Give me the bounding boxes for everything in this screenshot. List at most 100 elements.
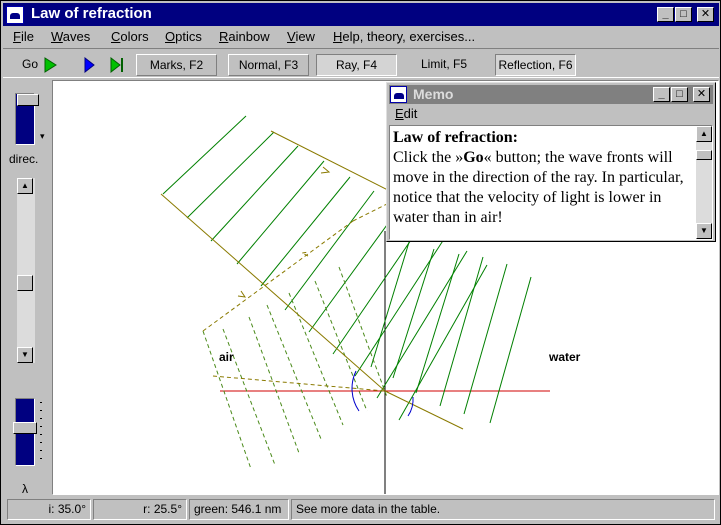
- memo-text[interactable]: Law of refraction: Click the »Go« button…: [389, 125, 713, 240]
- direction-tick-icon: ▾: [40, 131, 45, 141]
- refracted-ray: [384, 390, 464, 430]
- arrow-down-icon: ▼: [700, 226, 708, 235]
- menu-file[interactable]: File: [13, 29, 34, 44]
- step-button[interactable]: [83, 57, 95, 73]
- ray-arrow-icon: [320, 166, 331, 174]
- step-end-button[interactable]: [109, 57, 125, 73]
- menu-bar: File Waves Colors Optics Rainbow View He…: [3, 27, 719, 47]
- memo-text-before: Click the »: [393, 149, 464, 166]
- title-bar[interactable]: Law of refraction _ □ ✕: [3, 3, 719, 26]
- refracted-wavefront: [439, 256, 484, 407]
- memo-title: Memo: [413, 86, 454, 102]
- menu-optics-label: ptics: [175, 29, 202, 44]
- close-button[interactable]: ✕: [697, 7, 714, 22]
- memo-edit-accel: E: [395, 106, 404, 121]
- reflected-wavefront: [248, 316, 300, 454]
- limit-button[interactable]: Limit, F5: [421, 57, 467, 71]
- maximize-icon: □: [680, 8, 687, 20]
- memo-title-bar[interactable]: Memo _ □ ✕: [389, 85, 713, 104]
- left-panel: ▾ direc. ▲ ▼ λ: [3, 80, 51, 496]
- menu-waves-label: aves: [62, 29, 91, 44]
- memo-menu-edit[interactable]: Edit: [395, 106, 417, 121]
- menu-help-accel: H: [333, 29, 343, 44]
- minimize-button[interactable]: _: [657, 7, 674, 22]
- go-label: Go: [22, 57, 39, 71]
- arrow-up-icon: ▲: [21, 181, 29, 190]
- maximize-button[interactable]: □: [675, 7, 692, 22]
- menu-optics[interactable]: Optics: [165, 29, 202, 44]
- scroll-down-button[interactable]: ▼: [17, 347, 33, 363]
- incident-wavefront: [186, 131, 275, 219]
- minimize-icon: _: [662, 8, 669, 20]
- menu-colors-label: olors: [120, 29, 149, 44]
- memo-maximize-button[interactable]: □: [671, 87, 688, 102]
- menu-view[interactable]: View: [287, 29, 315, 44]
- ray-button[interactable]: Ray, F4: [316, 54, 397, 76]
- menu-colors-accel: C: [111, 29, 121, 44]
- play-icon: [44, 57, 57, 73]
- window-title: Law of refraction: [31, 5, 152, 22]
- step-icon: [84, 57, 95, 73]
- menu-help[interactable]: Help, theory, exercises...: [333, 29, 475, 44]
- ray-arrow-icon: [237, 290, 247, 298]
- app-icon[interactable]: [6, 6, 24, 24]
- menu-rainbow-accel: R: [219, 29, 229, 44]
- memo-close-button[interactable]: ✕: [693, 87, 710, 102]
- reflected-wavefront: [338, 266, 388, 398]
- menu-file-accel: F: [13, 29, 21, 44]
- wavelength-ticks: [40, 402, 42, 459]
- memo-minimize-button[interactable]: _: [653, 87, 670, 102]
- memo-text-go: Go: [463, 149, 484, 166]
- reflected-wavefront: [266, 304, 322, 440]
- memo-heading: Law of refraction:: [393, 129, 518, 146]
- refracted-wavefront: [489, 276, 532, 424]
- direction-slider-thumb[interactable]: [17, 94, 39, 106]
- menu-waves[interactable]: Waves: [51, 29, 90, 44]
- memo-edit-label: dit: [403, 106, 418, 121]
- step-end-bar: [121, 58, 123, 72]
- go-button[interactable]: [43, 57, 57, 73]
- memo-scroll-down-button[interactable]: ▼: [696, 223, 712, 239]
- refracted-wavefront: [392, 248, 435, 379]
- incident-wavefront: [162, 115, 247, 195]
- marks-button[interactable]: Marks, F2: [136, 54, 217, 76]
- menu-help-label: elp, theory, exercises...: [342, 29, 476, 44]
- status-bar: i: 35.0° r: 25.5° green: 546.1 nm See mo…: [3, 497, 719, 523]
- memo-scroll-up-button[interactable]: ▲: [696, 126, 712, 142]
- menu-waves-accel: W: [51, 29, 63, 44]
- reflection-button[interactable]: Reflection, F6: [495, 54, 576, 76]
- menu-file-label: ile: [20, 29, 34, 44]
- water-label: water: [549, 350, 581, 364]
- menu-rainbow-label: ainbow: [228, 29, 270, 44]
- toolbar: Go Marks, F2 Normal, F3 Ray, F4 Limit, F…: [3, 48, 719, 78]
- scroll-up-button[interactable]: ▲: [17, 178, 33, 194]
- menu-colors[interactable]: Colors: [111, 29, 149, 44]
- incident-wavefront: [236, 160, 325, 265]
- status-hint: See more data in the table.: [291, 499, 715, 520]
- menu-view-label: iew: [295, 29, 315, 44]
- step-end-icon: [110, 57, 121, 73]
- incident-wavefront: [210, 145, 299, 242]
- reflected-ray-upper: [202, 220, 354, 332]
- menu-rainbow[interactable]: Rainbow: [219, 29, 270, 44]
- memo-window[interactable]: Memo _ □ ✕ Edit Law of refraction: Click…: [386, 82, 716, 242]
- arrow-up-icon: ▲: [700, 129, 708, 138]
- menu-optics-accel: O: [165, 29, 176, 44]
- memo-scroll-thumb[interactable]: [696, 150, 712, 160]
- close-icon: ✕: [696, 88, 707, 100]
- wavelength-slider-thumb[interactable]: [13, 422, 37, 434]
- status-wavelength: green: 546.1 nm: [189, 499, 289, 520]
- reflected-wavefront: [288, 292, 344, 426]
- minimize-icon: _: [658, 88, 665, 100]
- arrow-down-icon: ▼: [21, 350, 29, 359]
- direction-label: direc.: [9, 152, 39, 166]
- scroll-thumb[interactable]: [17, 275, 33, 291]
- memo-scrollbar[interactable]: ▲ ▼: [696, 126, 712, 239]
- main-window: Law of refraction _ □ ✕ File Waves Color…: [0, 0, 721, 525]
- direction-scrollbar[interactable]: ▲ ▼: [17, 178, 35, 363]
- incident-wavefront: [260, 176, 351, 287]
- wavelength-label: λ: [22, 482, 28, 496]
- incident-ray-lower: [160, 193, 386, 392]
- normal-button[interactable]: Normal, F3: [228, 54, 309, 76]
- memo-icon[interactable]: [390, 86, 407, 103]
